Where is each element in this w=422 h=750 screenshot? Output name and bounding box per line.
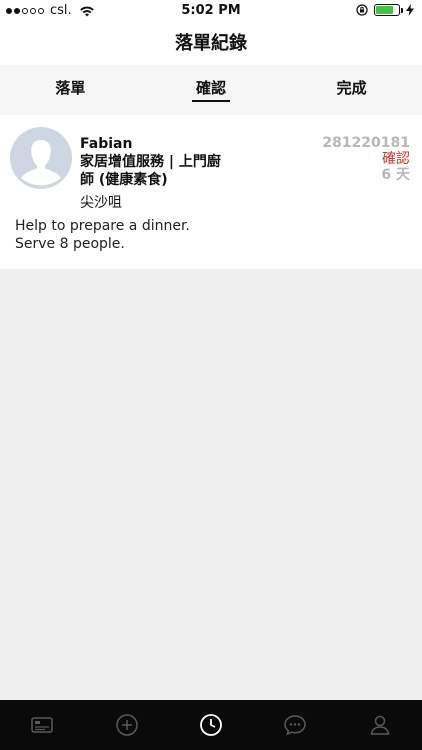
tab-bar: 落單 確認 完成 [0,65,422,115]
rotation-lock-icon [356,4,368,16]
description-line1: Help to prepare a dinner. [15,218,190,234]
description-line2: Serve 8 people. [15,236,125,252]
order-details: Fabian 家居增值服務 | 上門廚 師 (健康素食) 尖沙咀 [80,135,260,212]
location: 尖沙咀 [80,195,122,211]
status-badge: 確認 [382,151,410,167]
service-name-line1: 家居增值服務 | 上門廚 [80,154,221,170]
days-count: 6 天 [381,167,410,183]
tabbar-item-add[interactable] [84,713,168,737]
bottom-tab-bar [0,700,422,750]
person-icon [370,715,390,735]
order-description: Help to prepare a dinner. Serve 8 people… [15,217,190,253]
chat-icon [284,715,307,736]
card-icon [31,717,53,733]
order-id: 281220181 [322,135,410,151]
order-meta: 281220181 確認 6 天 [322,135,410,183]
battery-tip [401,8,403,13]
tab-label: 完成 [336,79,367,97]
active-tab-indicator [192,100,230,102]
order-card[interactable]: Fabian 家居增值服務 | 上門廚 師 (健康素食) 尖沙咀 2812201… [0,115,422,269]
tabbar-item-chat[interactable] [253,713,337,737]
clock-icon [200,714,222,736]
tabbar-item-card[interactable] [0,713,84,737]
tab-completed[interactable]: 完成 [281,65,422,115]
charging-bolt-icon [406,4,414,16]
tabbar-item-profile[interactable] [338,713,422,737]
avatar [10,127,72,189]
person-silhouette-icon [21,140,61,186]
tabbar-item-history[interactable] [169,713,253,737]
service-name-line2: 師 (健康素食) [80,172,168,188]
tab-confirmed[interactable]: 確認 [141,65,282,115]
page-title: 落單紀錄 [0,22,422,65]
plus-circle-icon [115,714,138,736]
tab-label: 確認 [196,79,227,97]
tab-label: 落單 [55,79,86,97]
battery-level [376,6,393,14]
battery-icon [374,4,403,16]
tab-pending[interactable]: 落單 [0,65,141,115]
status-right [356,4,414,16]
customer-name: Fabian [80,136,133,152]
status-bar: csl. 5:02 PM [0,0,422,22]
